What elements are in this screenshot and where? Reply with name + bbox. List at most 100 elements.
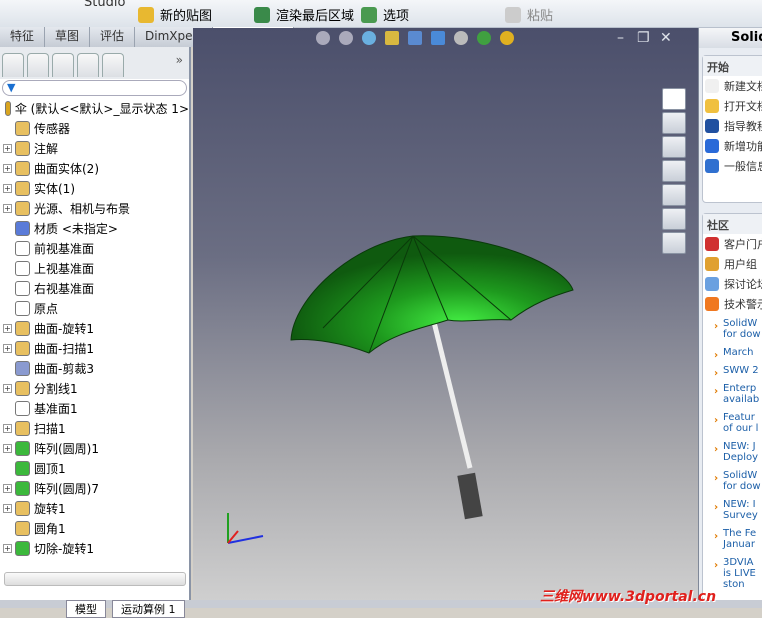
tree-item[interactable]: 上视基准面	[0, 258, 189, 278]
design-library-tab-icon[interactable]	[662, 112, 686, 134]
tree-item[interactable]: 前视基准面	[0, 238, 189, 258]
render-region-button[interactable]: 渲染最后区域	[254, 5, 354, 24]
plane-icon	[15, 260, 30, 276]
previous-view-icon[interactable]	[362, 31, 376, 45]
tree-item[interactable]: + 光源、相机与布景	[0, 198, 189, 218]
watermark: 三维网www.3dportal.cn	[540, 589, 717, 605]
zoom-area-icon[interactable]	[339, 31, 353, 45]
expand-icon[interactable]: +	[3, 503, 12, 513]
expand-icon[interactable]: +	[3, 163, 12, 173]
tree-item[interactable]: + 阵列(圆周)1	[0, 438, 189, 458]
displaymanager-tab[interactable]	[102, 53, 124, 77]
file-explorer-tab-icon[interactable]	[662, 136, 686, 158]
tree-item[interactable]: + 分割线1	[0, 378, 189, 398]
model-tab[interactable]: 模型	[66, 600, 106, 618]
tree-item[interactable]: 原点	[0, 298, 189, 318]
studio-button[interactable]: Studio	[84, 0, 125, 10]
dimxpert-tab[interactable]	[77, 53, 99, 77]
news-link[interactable]: The FeJanuar	[703, 528, 762, 550]
tree-item[interactable]: + 曲面-扫描1	[0, 338, 189, 358]
display-style-icon[interactable]	[431, 31, 445, 45]
task-link[interactable]: 新建文档	[703, 76, 762, 96]
home-tab-icon[interactable]	[662, 88, 686, 110]
expand-icon[interactable]: +	[3, 543, 12, 553]
task-link[interactable]: 新增功能	[703, 136, 762, 156]
tree-item[interactable]: + 实体(1)	[0, 178, 189, 198]
tree-item[interactable]: 圆角1	[0, 518, 189, 538]
custom-properties-tab-icon[interactable]	[662, 232, 686, 254]
expand-icon[interactable]: +	[3, 143, 12, 153]
task-link[interactable]: 技术警示	[703, 294, 762, 314]
new-doc-icon	[705, 79, 719, 93]
tutorial-icon	[705, 119, 719, 133]
expand-icon[interactable]: +	[3, 203, 12, 213]
expand-icon[interactable]: +	[3, 483, 12, 493]
task-link[interactable]: 一般信息	[703, 156, 762, 176]
appearance-icon[interactable]	[477, 31, 491, 45]
tree-item[interactable]: 基准面1	[0, 398, 189, 418]
tree-item[interactable]: + 注解	[0, 138, 189, 158]
section-view-icon[interactable]	[385, 31, 399, 45]
task-link[interactable]: 客户门户	[703, 234, 762, 254]
tree-item[interactable]: + 阵列(圆周)7	[0, 478, 189, 498]
news-link[interactable]: NEW: JDeploy	[703, 441, 762, 463]
panel-tabs: »	[0, 47, 189, 79]
task-link[interactable]: 打开文档	[703, 96, 762, 116]
news-link[interactable]: Featurof our l	[703, 412, 762, 434]
news-link[interactable]: SWW 2	[703, 365, 762, 379]
hide-show-icon[interactable]	[454, 31, 468, 45]
revolve-icon	[15, 500, 30, 516]
expand-icon[interactable]: +	[3, 423, 12, 433]
expand-icon[interactable]: +	[3, 343, 12, 353]
task-link[interactable]: 用户组	[703, 254, 762, 274]
tree-item-label: 曲面-剪裁3	[34, 361, 94, 376]
graphics-viewport[interactable]	[193, 28, 698, 600]
tree-item[interactable]: 圆顶1	[0, 458, 189, 478]
news-link[interactable]: SolidWfor dow	[703, 470, 762, 492]
tree-item[interactable]: + 曲面实体(2)	[0, 158, 189, 178]
tree-item[interactable]: 曲面-剪裁3	[0, 358, 189, 378]
tree-item[interactable]: + 切除-旋转1	[0, 538, 189, 558]
expand-icon[interactable]: +	[3, 183, 12, 193]
scene-icon[interactable]	[500, 31, 514, 45]
tab-1[interactable]: 草图	[45, 27, 91, 47]
tree-item[interactable]: 材质 <未指定>	[0, 218, 189, 238]
propertymanager-tab[interactable]	[27, 53, 49, 77]
options-button[interactable]: 选项	[361, 5, 409, 24]
zoom-to-fit-icon[interactable]	[316, 31, 330, 45]
search-tab-icon[interactable]	[662, 160, 686, 182]
paste-label: 粘贴	[527, 9, 554, 24]
tab-0[interactable]: 特征	[0, 27, 46, 47]
configurationmanager-tab[interactable]	[52, 53, 74, 77]
featuremanager-tab[interactable]	[2, 53, 24, 77]
tab-2[interactable]: 评估	[90, 27, 136, 47]
news-link[interactable]: SolidWfor dow	[703, 318, 762, 340]
minimize-icon[interactable]: –	[617, 30, 624, 46]
view-palette-tab-icon[interactable]	[662, 184, 686, 206]
view-orientation-icon[interactable]	[408, 31, 422, 45]
tree-item[interactable]: + 旋转1	[0, 498, 189, 518]
expand-icon[interactable]: +	[3, 323, 12, 333]
tree-item-label: 实体(1)	[34, 181, 75, 196]
motion-study-tab[interactable]: 运动算例 1	[112, 600, 185, 618]
news-link[interactable]: March	[703, 347, 762, 361]
tree-item[interactable]: + 扫描1	[0, 418, 189, 438]
paste-button[interactable]: 粘贴	[505, 5, 553, 24]
news-link[interactable]: Enterpavailab	[703, 383, 762, 405]
horizontal-scrollbar[interactable]	[4, 572, 186, 586]
expand-icon[interactable]: +	[3, 383, 12, 393]
tree-item[interactable]: 伞 (默认<<默认>_显示状态 1>	[0, 98, 189, 118]
task-link[interactable]: 探讨论坛	[703, 274, 762, 294]
close-icon[interactable]: ✕	[660, 30, 672, 46]
tree-item[interactable]: + 曲面-旋转1	[0, 318, 189, 338]
tree-item[interactable]: 右视基准面	[0, 278, 189, 298]
expand-icon[interactable]: +	[3, 443, 12, 453]
appearances-tab-icon[interactable]	[662, 208, 686, 230]
more-tabs-button[interactable]: »	[176, 53, 183, 79]
tree-item[interactable]: 传感器	[0, 118, 189, 138]
task-link[interactable]: 指导教程	[703, 116, 762, 136]
tree-filter-input[interactable]: ▼	[2, 80, 187, 96]
decal-button[interactable]: 新的贴图	[138, 5, 212, 24]
restore-icon[interactable]: ❐	[637, 30, 650, 46]
news-link[interactable]: NEW: ISurvey	[703, 499, 762, 521]
